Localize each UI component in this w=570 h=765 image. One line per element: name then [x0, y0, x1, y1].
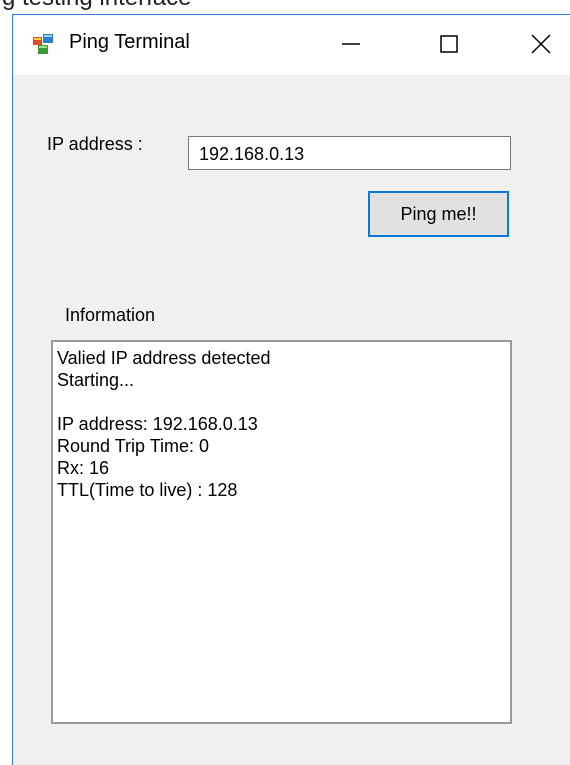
ip-address-label: IP address :	[47, 134, 143, 154]
info-line: IP address: 192.168.0.13	[57, 414, 258, 434]
info-line: TTL(Time to live) : 128	[57, 480, 238, 500]
information-textbox[interactable]: Valied IP address detected Starting... I…	[51, 340, 512, 724]
title-bar: Ping Terminal	[13, 15, 570, 75]
close-button[interactable]	[519, 21, 563, 67]
ip-address-input[interactable]	[188, 136, 511, 170]
maximize-button[interactable]	[427, 21, 471, 67]
cropped-caption: g testing interface	[0, 0, 570, 14]
ping-terminal-window: Ping Terminal IP address: 192.168.0.13 …	[12, 14, 570, 765]
info-line: Valied IP address detected	[57, 348, 271, 368]
cropped-caption-text: g testing interface	[2, 0, 191, 12]
info-line: Rx: 16	[57, 458, 110, 478]
ping-button[interactable]: Ping me!!	[368, 191, 509, 237]
window-title: Ping Terminal	[69, 31, 190, 53]
information-label: Information	[65, 305, 156, 325]
info-line: Starting...	[57, 370, 135, 390]
app-window-icon	[33, 34, 53, 54]
info-line	[57, 391, 506, 413]
info-line: Round Trip Time: 0	[57, 436, 210, 456]
minimize-button[interactable]	[329, 21, 373, 67]
